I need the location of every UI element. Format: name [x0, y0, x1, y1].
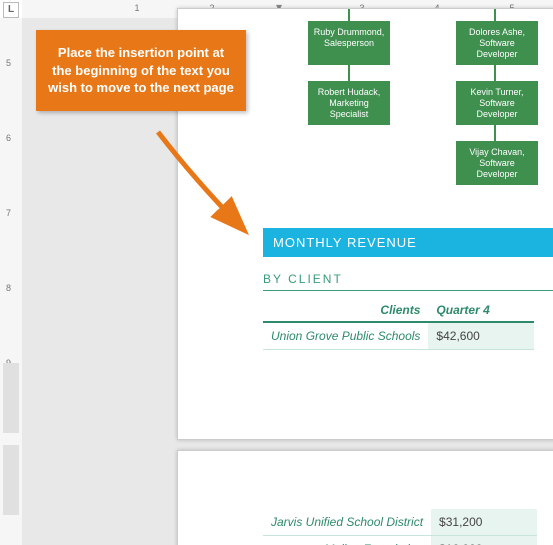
table-header-clients: Clients — [263, 299, 428, 322]
table-cell-value[interactable]: $16,000 — [431, 536, 537, 545]
ruler-v-num: 6 — [6, 133, 11, 143]
revenue-table-continued: Jarvis Unified School District $31,200 M… — [263, 509, 537, 545]
table-cell-client[interactable]: Union Grove Public Schools — [263, 322, 428, 350]
org-row: Vijay Chavan,Software Developer — [456, 141, 538, 185]
table-cell-value[interactable]: $31,200 — [431, 509, 537, 536]
tab-align-button[interactable]: L — [3, 2, 19, 18]
table-row: Jarvis Unified School District $31,200 — [263, 509, 537, 536]
ruler-h-num: 1 — [134, 3, 139, 13]
org-connector — [494, 9, 496, 21]
ruler-v-num: 7 — [6, 208, 11, 218]
org-row: Robert Hudack,Marketing Specialist Kevin… — [308, 81, 538, 125]
table-row: Union Grove Public Schools $42,600 — [263, 322, 534, 350]
ruler-margin-shade — [3, 363, 19, 433]
vertical-ruler[interactable]: 5 6 7 8 9 — [0, 18, 23, 545]
revenue-table: Clients Quarter 4 Union Grove Public Sch… — [263, 299, 534, 350]
org-node: Vijay Chavan,Software Developer — [456, 141, 538, 185]
org-node: Ruby Drummond,Salesperson — [308, 21, 390, 65]
section-heading[interactable]: MONTHLY REVENUE — [263, 228, 553, 257]
table-cell-value[interactable]: $42,600 — [428, 322, 534, 350]
section-subheading[interactable]: BY CLIENT — [263, 272, 343, 286]
org-connector — [348, 9, 350, 21]
ruler-margin-shade — [3, 445, 19, 515]
org-row: Ruby Drummond,Salesperson Dolores Ashe,S… — [308, 21, 553, 65]
ruler-v-num: 5 — [6, 58, 11, 68]
subhead-rule — [263, 290, 553, 291]
org-node: Robert Hudack,Marketing Specialist — [308, 81, 390, 125]
table-row: Mellon Foundation $16,000 — [263, 536, 537, 545]
table-cell-client[interactable]: Mellon Foundation — [263, 536, 431, 545]
ruler-v-num: 8 — [6, 283, 11, 293]
instruction-callout: Place the insertion point at the beginni… — [36, 30, 246, 111]
org-node: Dolores Ashe,Software Developer — [456, 21, 538, 65]
table-header-quarter: Quarter 4 — [428, 299, 534, 322]
org-node: Kevin Turner,Software Developer — [456, 81, 538, 125]
table-cell-client[interactable]: Jarvis Unified School District — [263, 509, 431, 536]
page-2: 4 Jarvis Unified School District $31,200… — [177, 450, 553, 545]
